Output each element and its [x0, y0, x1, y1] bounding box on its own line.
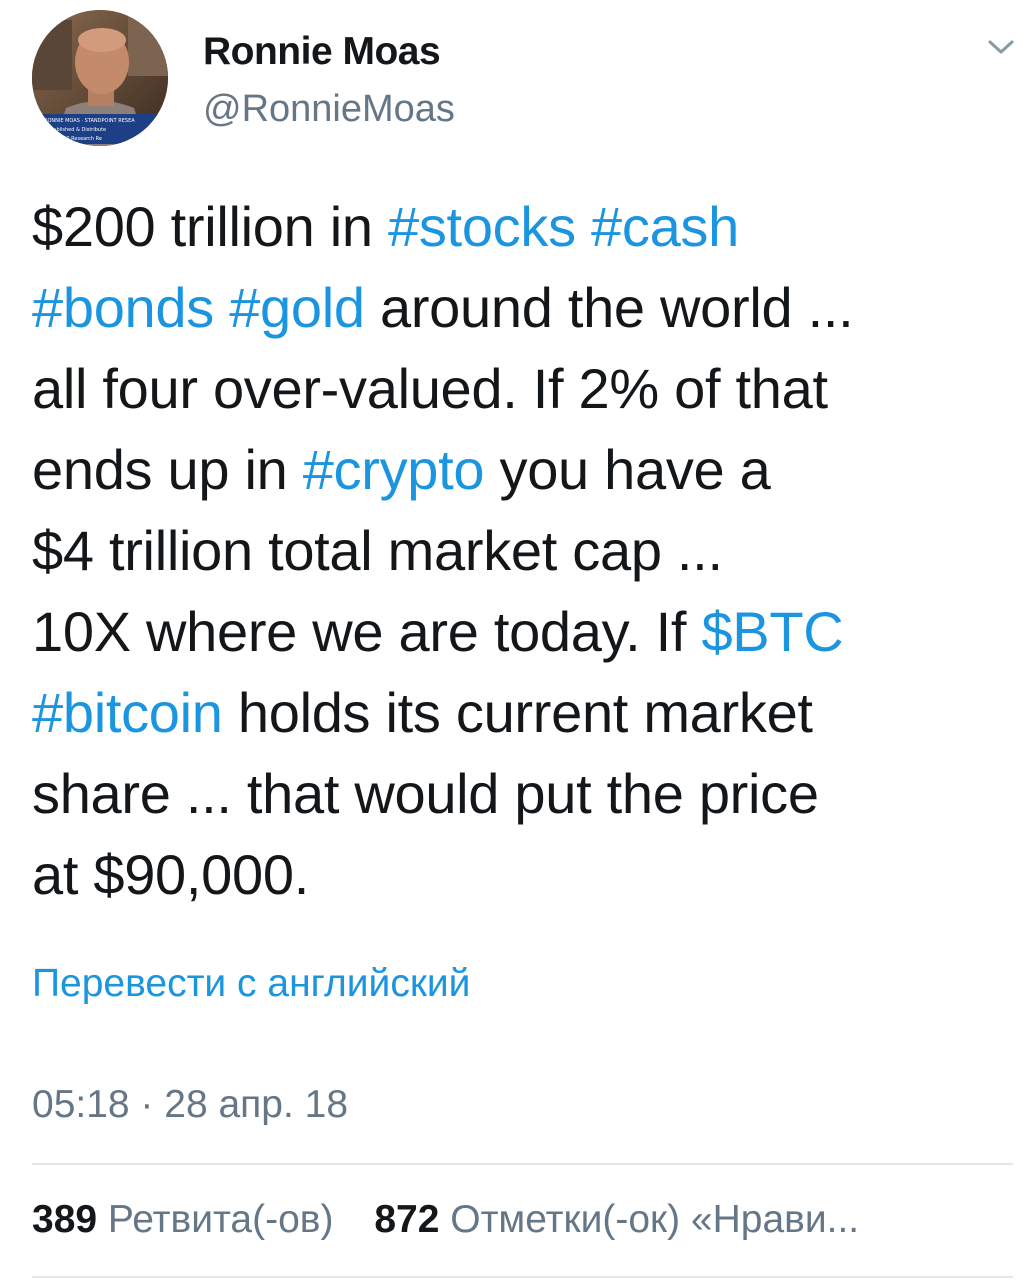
tweet-text-line: share ... that would put the price — [32, 753, 1007, 834]
likes-label: Отметки(-ок) «Нрави... — [450, 1198, 860, 1241]
tweet-stats: 389 Ретвита(-ов) 872 Отметки(-ок) «Нрави… — [32, 1198, 859, 1242]
tweet-text-segment: all four over-valued. If 2% of that — [32, 357, 828, 420]
tweet-text-segment: $4 trillion total market cap ... — [32, 519, 723, 582]
tweet-menu-button[interactable] — [982, 32, 1020, 62]
tweet-text-segment: $200 trillion in — [32, 195, 389, 258]
retweets-stat[interactable]: 389 Ретвита(-ов) — [32, 1198, 344, 1241]
retweets-count: 389 — [32, 1198, 98, 1241]
tweet-text-segment: you have a — [484, 438, 771, 501]
avatar-caption-1: RONNIE MOAS · STANDPOINT RESEA — [44, 118, 135, 124]
cashtag-link-btc[interactable]: $BTC — [701, 600, 843, 663]
avatar[interactable]: RONNIE MOAS · STANDPOINT RESEA d, Publis… — [32, 10, 168, 146]
tweet-text-segment: 10X where we are today. If — [32, 600, 702, 663]
retweets-label: Ретвита(-ов) — [107, 1198, 334, 1241]
hashtag-link-gold[interactable]: #gold — [229, 276, 365, 339]
tweet-text-segment — [576, 195, 591, 258]
tweet-text-segment: around the world ... — [364, 276, 854, 339]
tweet-text-line: #bitcoin holds its current market — [32, 672, 1007, 753]
tweet-timestamp[interactable]: 05:18 · 28 апр. 18 — [32, 1083, 348, 1127]
hashtag-link-cash[interactable]: #cash — [591, 195, 739, 258]
tweet-text-line: all four over-valued. If 2% of that — [32, 348, 1007, 429]
avatar-photo: RONNIE MOAS · STANDPOINT RESEA d, Publis… — [32, 10, 168, 146]
tweet-text-segment: ends up in — [32, 438, 303, 501]
tweet-header: RONNIE MOAS · STANDPOINT RESEA d, Publis… — [0, 0, 1031, 160]
tweet-text-segment — [214, 276, 229, 339]
tweet-text-segment: at $90,000. — [32, 843, 309, 906]
tweet-text-line: ends up in #crypto you have a — [32, 429, 1007, 510]
hashtag-link-crypto[interactable]: #crypto — [303, 438, 485, 501]
author-display-name[interactable]: Ronnie Moas — [203, 30, 441, 74]
hashtag-link-bonds[interactable]: #bonds — [32, 276, 214, 339]
divider — [32, 1276, 1013, 1278]
avatar-caption-3: 900 Research Re — [60, 136, 102, 142]
hashtag-link-bitcoin[interactable]: #bitcoin — [32, 681, 223, 744]
tweet-text: $200 trillion in #stocks #cash #bonds #go… — [32, 186, 1007, 915]
avatar-caption-2: d, Published & Distribute — [44, 127, 106, 133]
divider — [32, 1163, 1013, 1165]
tweet-text-line: at $90,000. — [32, 834, 1007, 915]
likes-count: 872 — [374, 1198, 440, 1241]
likes-stat[interactable]: 872 Отметки(-ок) «Нрави... — [374, 1198, 859, 1241]
author-handle[interactable]: @RonnieMoas — [203, 88, 455, 131]
tweet-text-line: #bonds #gold around the world ... — [32, 267, 1007, 348]
translate-link[interactable]: Перевести с английский — [32, 962, 470, 1006]
tweet-text-line: $4 trillion total market cap ... — [32, 510, 1007, 591]
tweet-text-line: 10X where we are today. If $BTC — [32, 591, 1007, 672]
hashtag-link-stocks[interactable]: #stocks — [388, 195, 576, 258]
tweet-text-line: $200 trillion in #stocks #cash — [32, 186, 1007, 267]
tweet-text-segment: share ... that would put the price — [32, 762, 819, 825]
chevron-down-icon — [988, 40, 1014, 54]
tweet-text-segment: holds its current market — [222, 681, 813, 744]
